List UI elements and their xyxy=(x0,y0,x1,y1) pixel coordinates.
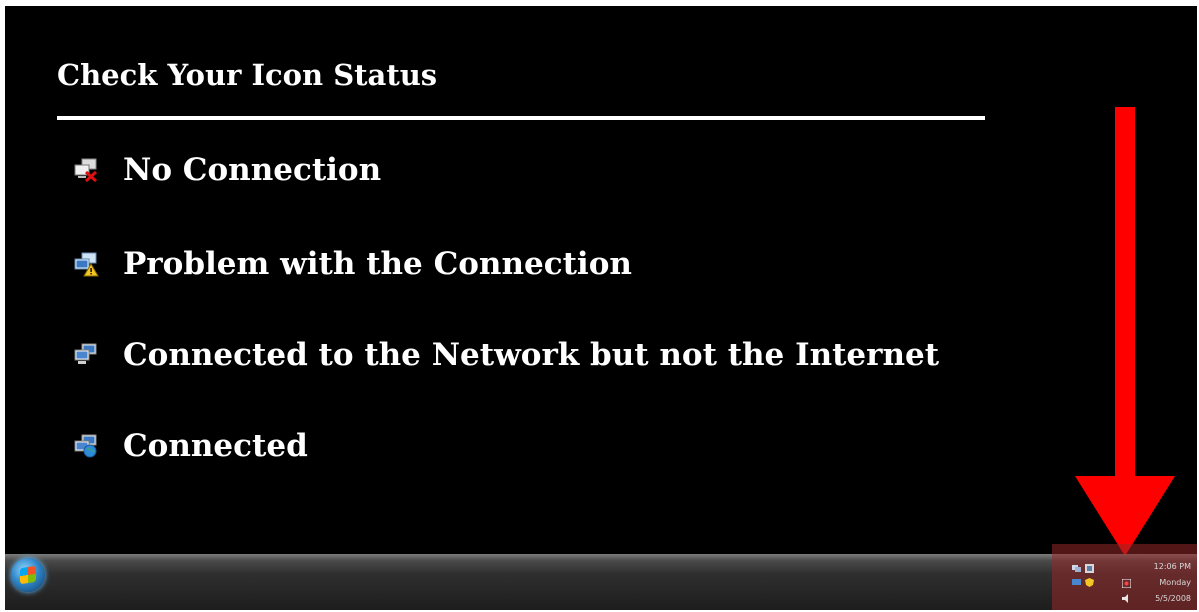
network-local-only-icon xyxy=(74,343,97,364)
status-label: Problem with the Connection xyxy=(123,246,632,282)
clock-day[interactable]: Monday xyxy=(1159,578,1191,587)
network-no-connection-icon xyxy=(74,158,98,183)
status-item-local-only: Connected to the Network but not the Int… xyxy=(73,337,939,373)
start-button[interactable] xyxy=(11,558,45,592)
status-item-no-connection: No Connection xyxy=(73,152,381,188)
status-item-problem: Problem with the Connection xyxy=(73,246,632,282)
system-tray: 12:06 PM Monday 5/5/2008 xyxy=(1052,544,1197,610)
tray-safely-remove-icon[interactable] xyxy=(1085,564,1094,573)
taskbar xyxy=(5,554,1197,610)
tray-network-icon[interactable] xyxy=(1072,564,1081,573)
tray-network-status-icon[interactable] xyxy=(1122,579,1131,588)
tray-shield-icon[interactable] xyxy=(1085,578,1094,587)
clock-time[interactable]: 12:06 PM xyxy=(1154,562,1191,571)
status-label: Connected to the Network but not the Int… xyxy=(123,337,940,373)
status-item-connected: Connected xyxy=(73,428,308,464)
clock-date[interactable]: 5/5/2008 xyxy=(1155,594,1191,603)
tray-monitor-icon[interactable] xyxy=(1072,578,1081,587)
title-underline xyxy=(57,116,985,120)
slide-title: Check Your Icon Status xyxy=(57,58,438,92)
status-label: Connected xyxy=(123,428,308,464)
network-problem-icon xyxy=(74,252,99,277)
status-label: No Connection xyxy=(123,152,382,188)
desktop-screen: Check Your Icon Status No Connection Pro… xyxy=(5,6,1197,610)
volume-icon[interactable] xyxy=(1122,594,1131,603)
network-connected-icon xyxy=(74,434,97,458)
red-arrow-shaft xyxy=(1115,107,1135,487)
